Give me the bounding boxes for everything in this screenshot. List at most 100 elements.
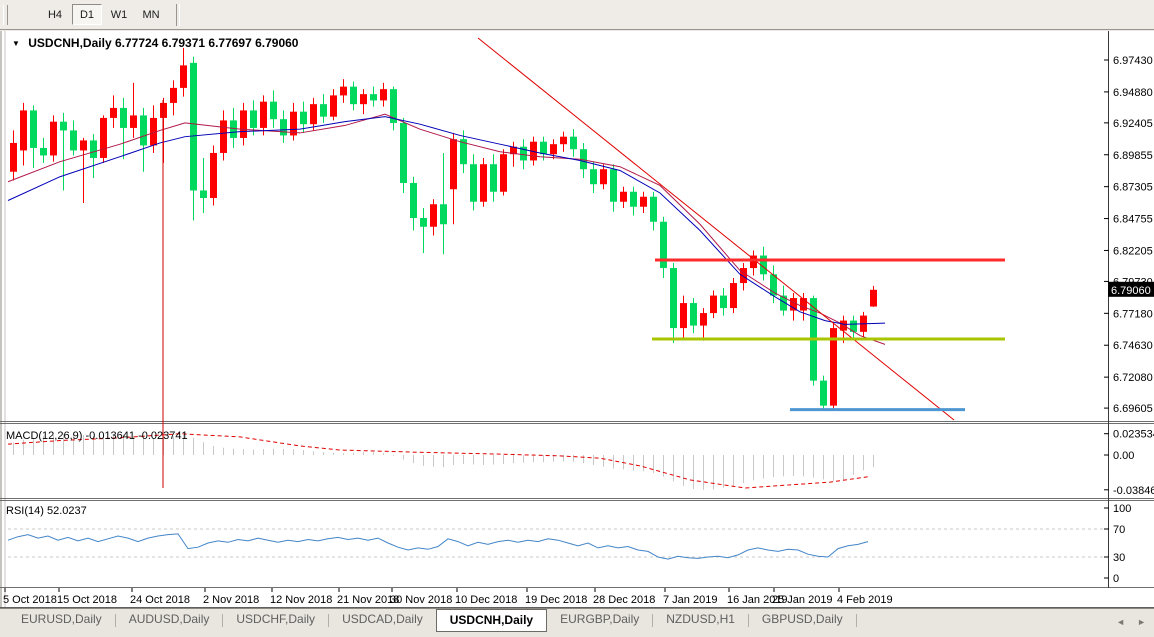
candlestick (540, 142, 547, 155)
candlestick (190, 63, 197, 191)
price-axis-label: 6.69605 (1113, 403, 1153, 415)
price-axis-label: 6.74630 (1113, 340, 1153, 352)
date-axis-label: 5 Oct 2018 (3, 594, 57, 606)
candlestick (640, 197, 647, 207)
candlestick (330, 95, 337, 116)
price-axis-label: 6.89855 (1113, 150, 1153, 162)
date-axis-label: 28 Dec 2018 (593, 594, 655, 606)
candlestick (70, 130, 77, 150)
candlestick (10, 143, 17, 172)
candlestick (410, 183, 417, 218)
chart-ohlc-values: 6.77724 6.79371 6.77697 6.79060 (115, 36, 299, 50)
candlestick (650, 197, 657, 222)
symbol-tabs: EURUSD,DailyAUDUSD,DailyUSDCHF,DailyUSDC… (8, 609, 857, 632)
candlestick (570, 137, 577, 150)
tab-audusd[interactable]: AUDUSD,Daily (116, 609, 223, 631)
candlestick (140, 115, 147, 145)
rsi-axis-label: 100 (1113, 503, 1131, 515)
candlestick (20, 110, 27, 150)
candlestick (690, 303, 697, 326)
candlestick (550, 144, 557, 154)
rsi-value: 52.0237 (47, 505, 87, 517)
tab-usdchf[interactable]: USDCHF,Daily (223, 609, 328, 631)
candlestick (440, 204, 447, 224)
candlestick (40, 148, 47, 156)
tab-usdcad[interactable]: USDCAD,Daily (329, 609, 436, 631)
candlestick (630, 192, 637, 207)
tab-scroll-right-icon[interactable]: ► (1137, 617, 1146, 627)
candlestick (350, 87, 357, 105)
candlestick (60, 122, 67, 131)
candlestick (590, 169, 597, 184)
candlestick (620, 192, 627, 202)
candlestick (670, 268, 677, 328)
tab-scroll-left-icon[interactable]: ◄ (1116, 617, 1125, 627)
candlestick (680, 303, 687, 328)
price-axis-label: 6.92405 (1113, 118, 1153, 130)
candlestick (790, 298, 797, 311)
candlestick (50, 122, 57, 156)
candlestick (700, 313, 707, 326)
rsi-axis-label: 30 (1113, 552, 1125, 564)
candlestick (500, 154, 507, 192)
candlestick (610, 169, 617, 202)
symbol-tab-bar: EURUSD,DailyAUDUSD,DailyUSDCHF,DailyUSDC… (0, 608, 1154, 637)
candlestick (430, 204, 437, 227)
candlestick (600, 169, 607, 184)
date-axis-label: 4 Feb 2019 (837, 594, 893, 606)
date-axis-label: 10 Dec 2018 (455, 594, 517, 606)
candlestick (730, 283, 737, 308)
tab-usdcnh[interactable]: USDCNH,Daily (436, 609, 547, 632)
candlestick (220, 120, 227, 153)
candlestick (90, 140, 97, 158)
date-axis-label: 24 Oct 2018 (130, 594, 190, 606)
price-axis-label: 6.97430 (1113, 55, 1153, 67)
candlestick (110, 108, 117, 118)
tab-nzdusd[interactable]: NZDUSD,H1 (653, 609, 748, 631)
candlestick (720, 296, 727, 309)
date-axis-label: 7 Jan 2019 (663, 594, 717, 606)
rsi-label: RSI(14) 52.0237 (6, 505, 87, 517)
candlestick (490, 164, 497, 192)
candlestick (380, 89, 387, 100)
candlestick (280, 119, 287, 135)
candlestick (340, 87, 347, 96)
date-axis-label: 12 Nov 2018 (270, 594, 332, 606)
candlestick (480, 164, 487, 202)
rsi-axis-label: 0 (1113, 573, 1119, 585)
macd-label: MACD(12,26,9) -0.013641 -0.023741 (6, 430, 188, 442)
price-axis-label: 6.77180 (1113, 308, 1153, 320)
candlestick (100, 118, 107, 158)
tab-separator (856, 614, 857, 627)
price-axis-label: 6.82205 (1113, 245, 1153, 257)
candlestick (180, 65, 187, 88)
candlestick (400, 123, 407, 183)
date-axis-label: 25 Jan 2019 (772, 594, 833, 606)
macd-values: -0.013641 -0.023741 (85, 430, 187, 442)
candlestick (170, 88, 177, 103)
chart-dropdown-icon[interactable]: ▼ (12, 39, 20, 48)
price-axis-label: 6.72080 (1113, 372, 1153, 384)
date-axis-label: 19 Dec 2018 (525, 594, 587, 606)
candlestick (420, 218, 427, 227)
chart-canvas[interactable]: 6.974306.948806.924056.898556.873056.847… (0, 0, 1154, 637)
candlestick (360, 94, 367, 104)
candlestick (80, 140, 87, 150)
tab-gbpusd[interactable]: GBPUSD,Daily (749, 609, 856, 631)
candlestick (240, 110, 247, 138)
price-axis-label: 6.84755 (1113, 214, 1153, 226)
candlestick (300, 112, 307, 125)
candlestick (210, 153, 217, 198)
rsi-axis-label: 70 (1113, 524, 1125, 536)
candlestick (270, 102, 277, 120)
current-price-value: 6.79060 (1111, 285, 1151, 297)
candlestick (820, 381, 827, 406)
tab-eurgbp[interactable]: EURGBP,Daily (547, 609, 652, 631)
candlestick (470, 164, 477, 202)
candlestick (290, 112, 297, 136)
candlestick (310, 104, 317, 124)
tab-eurusd[interactable]: EURUSD,Daily (8, 609, 115, 631)
macd-axis-label: -0.038466 (1113, 485, 1154, 497)
price-axis-label: 6.87305 (1113, 182, 1153, 194)
candlestick (450, 139, 457, 189)
